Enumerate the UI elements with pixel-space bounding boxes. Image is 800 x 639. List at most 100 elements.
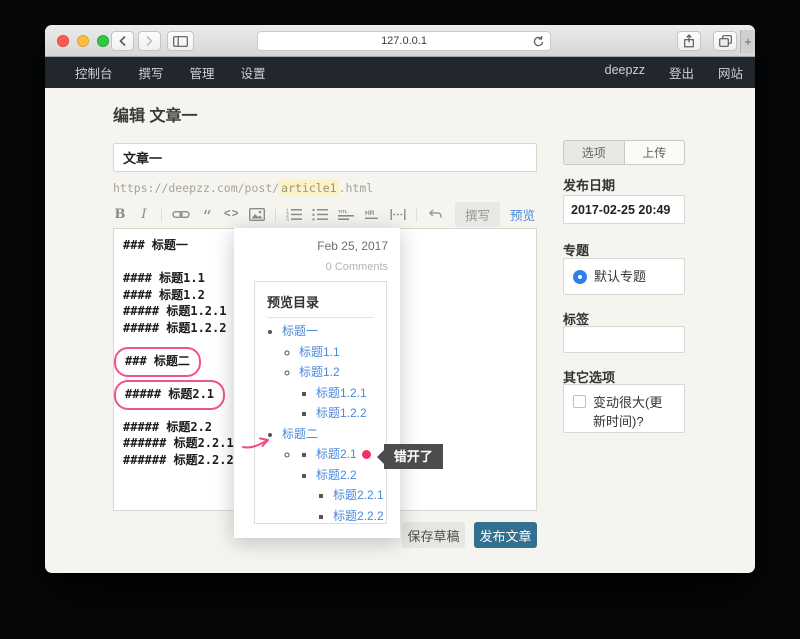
admin-navbar: 控制台 撰写 管理 设置 deepzz 登出 网站 — [45, 57, 755, 88]
toc-box: 预览目录 标题一标题1.1 标题1.2 标题1.2.1 标题1.2.2 标题二标题2.1… — [254, 281, 387, 524]
toc-level-2: 标题1.1 标题1.2 标题1.2.1 标题1.2.2 — [282, 342, 386, 424]
tab-upload[interactable]: 上传 — [624, 141, 685, 164]
code-icon[interactable]: <> — [224, 205, 239, 223]
reload-icon — [532, 35, 545, 48]
toc-link[interactable]: 标题2.2.2 — [333, 509, 384, 523]
tags-input[interactable] — [563, 326, 685, 353]
toc-list: 标题一标题1.1标题1.2标题1.2.1标题1.2.2标题二标题2.1错开了标题… — [267, 321, 386, 526]
toc-link[interactable]: 标题一 — [282, 324, 318, 338]
sidebar-tabs: 选项 上传 — [563, 140, 685, 165]
nav-item-site[interactable]: 网站 — [718, 63, 743, 82]
toc-link[interactable]: 标题1.2 — [299, 365, 340, 379]
quote-icon[interactable]: “ — [200, 205, 214, 223]
toc-link[interactable]: 标题1.2.2 — [316, 406, 367, 420]
preview-comments: 0 Comments — [326, 261, 388, 273]
browser-titlebar: 127.0.0.1 + — [45, 25, 755, 57]
page-break-icon[interactable] — [390, 205, 406, 223]
svg-text:3: 3 — [286, 217, 289, 220]
back-button[interactable] — [111, 31, 134, 51]
write-tab[interactable]: 撰写 — [455, 202, 500, 227]
toc-link[interactable]: 标题1.1 — [299, 345, 340, 359]
tab-options[interactable]: 选项 — [564, 141, 624, 164]
ordered-list-icon[interactable]: 123 — [286, 205, 302, 223]
minimize-window-button[interactable] — [77, 35, 89, 47]
link-icon[interactable] — [172, 205, 190, 223]
topic-radio[interactable] — [573, 270, 587, 284]
zoom-window-button[interactable] — [97, 35, 109, 47]
save-draft-button[interactable]: 保存草稿 — [402, 522, 465, 548]
preview-tab[interactable]: 预览 — [510, 205, 535, 224]
error-dot-icon — [362, 450, 371, 459]
nav-item-write[interactable]: 撰写 — [139, 63, 164, 82]
toolbar-separator — [275, 207, 276, 222]
toc-link[interactable]: 标题2.2.1 — [333, 488, 384, 502]
tabs-icon — [719, 35, 732, 47]
bold-icon[interactable]: B — [113, 205, 127, 223]
sidebar-icon — [173, 36, 188, 47]
toc-link[interactable]: 标题1.2.1 — [316, 386, 367, 400]
close-window-button[interactable] — [57, 35, 69, 47]
toc-link[interactable]: 标题2.1 — [316, 447, 357, 461]
toc-level-3: 标题1.2.1 标题1.2.2 — [299, 383, 386, 424]
nav-item-user[interactable]: deepzz — [605, 63, 645, 82]
traffic-lights — [57, 35, 109, 47]
heading-icon[interactable]: TITL — [338, 205, 354, 223]
nav-item-logout[interactable]: 登出 — [669, 63, 694, 82]
major-change-checkbox[interactable] — [573, 395, 586, 408]
toc-level-4: 标题2.2.1 标题2.2.2 — [316, 485, 386, 526]
url-text: 127.0.0.1 — [381, 35, 427, 47]
topic-option-label: 默认专题 — [594, 267, 646, 286]
browser-window: 127.0.0.1 + 控制台撰写管理设置 deepzz登出网站 编辑 文章一 … — [45, 25, 755, 573]
toc-level-1: 标题一标题1.1标题1.2标题1.2.1标题1.2.2标题二标题2.1错开了标题… — [267, 321, 386, 526]
address-bar[interactable]: 127.0.0.1 — [257, 31, 551, 51]
hr-icon[interactable]: HR — [364, 205, 380, 223]
preview-popup: Feb 25, 2017 0 Comments 预览目录 标题一标题1.1标题1… — [234, 228, 400, 538]
other-options-box: 变动很大(更新时间)? — [563, 384, 685, 433]
italic-icon[interactable]: I — [137, 205, 151, 223]
post-url: https://deepzz.com/post/article1.html — [113, 181, 373, 195]
toc-item: 标题1.2.2 — [316, 403, 386, 424]
nav-item-manage[interactable]: 管理 — [190, 63, 215, 82]
toc-level-2: 标题2.1错开了标题2.2 标题2.2.1 标题2.2.2 — [282, 444, 386, 526]
toc-link[interactable]: 标题二 — [282, 427, 318, 441]
sidebar-toggle-button[interactable] — [167, 31, 194, 51]
nav-item-settings[interactable]: 设置 — [241, 63, 266, 82]
toolbar-separator — [416, 207, 417, 222]
editor-toolbar: BI “ <> 123 TITL HR 撰写 预览 — [113, 202, 537, 226]
post-title-input[interactable] — [113, 143, 537, 172]
image-icon[interactable] — [249, 205, 265, 223]
share-icon — [683, 34, 695, 48]
nav-item-console[interactable]: 控制台 — [75, 63, 113, 82]
major-change-label: 变动很大(更新时间)? — [593, 393, 675, 431]
chevron-right-icon — [145, 35, 154, 47]
new-tab-button[interactable]: + — [740, 30, 755, 53]
annotation-circle: ### 标题二 — [114, 347, 201, 378]
post-url-prefix: https://deepzz.com/post/ — [113, 181, 279, 195]
svg-text:TITL: TITL — [338, 209, 348, 214]
publish-date-input[interactable] — [563, 195, 685, 224]
share-button[interactable] — [677, 31, 701, 51]
unordered-list-icon[interactable] — [312, 205, 328, 223]
topic-box: 默认专题 — [563, 258, 685, 295]
reload-button[interactable] — [532, 35, 545, 54]
tab-overview-button[interactable] — [713, 31, 737, 51]
post-url-suffix: .html — [339, 181, 374, 195]
undo-icon[interactable] — [427, 205, 443, 223]
toc-link[interactable]: 标题2.2 — [316, 468, 357, 482]
nav-right-group: deepzz 登出 网站 — [605, 63, 743, 82]
topic-label: 专题 — [563, 240, 685, 259]
annotation-arrow-icon — [241, 434, 275, 454]
publish-button[interactable]: 发布文章 — [474, 522, 537, 548]
toc-title: 预览目录 — [267, 292, 374, 318]
toc-item: 标题2.2.2 — [333, 506, 386, 527]
preview-date: Feb 25, 2017 — [317, 239, 388, 253]
toc-level-3: 标题2.1错开了标题2.2 标题2.2.1 标题2.2.2 — [299, 444, 386, 526]
publish-date-label: 发布日期 — [563, 175, 685, 194]
page-title: 编辑 文章一 — [113, 102, 197, 126]
toc-item: 标题2.1错开了 — [316, 444, 386, 465]
toc-empty-item: 标题2.1错开了标题2.2 标题2.2.1 标题2.2.2 — [299, 444, 386, 526]
forward-button[interactable] — [138, 31, 161, 51]
toc-item: 标题一标题1.1 标题1.2 标题1.2.1 标题1.2.2 — [282, 321, 386, 424]
tooltip: 错开了 — [384, 444, 443, 469]
toc-item: 标题1.2.1 — [316, 383, 386, 404]
